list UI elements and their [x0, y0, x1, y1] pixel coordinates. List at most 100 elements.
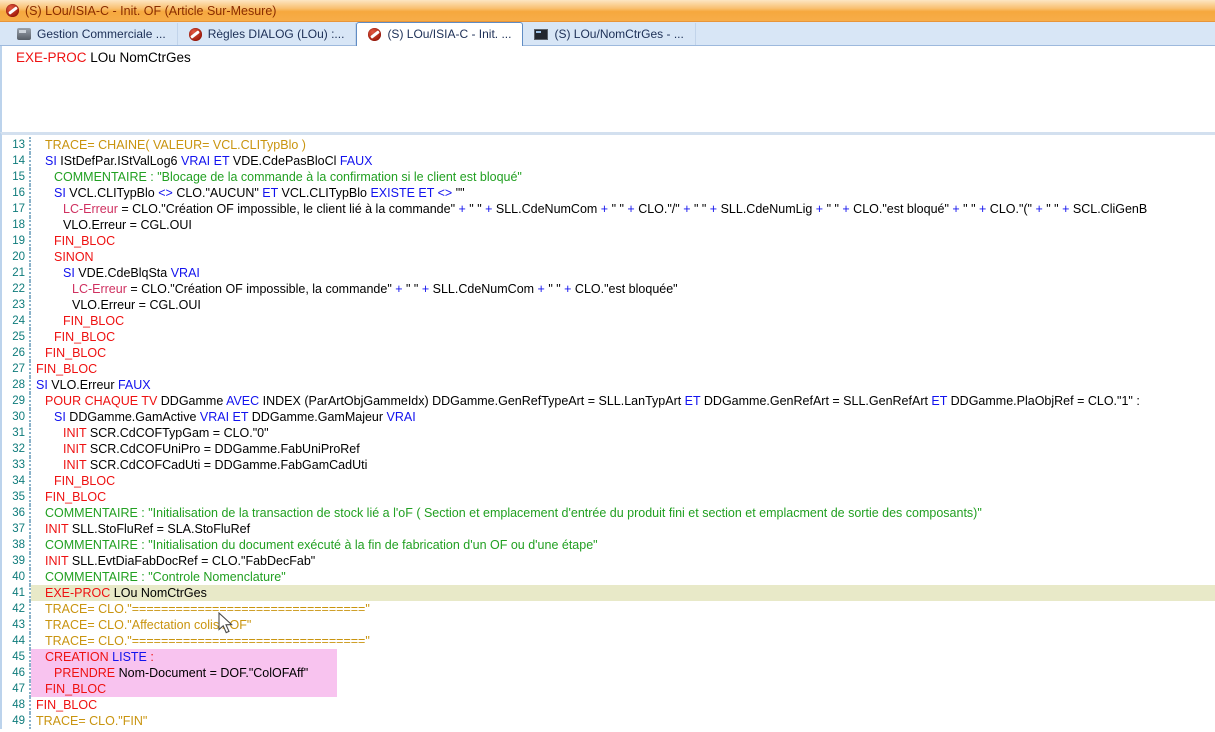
- line-number: 37: [2, 521, 31, 537]
- code-text: VLO.Erreur = CGL.OUI: [31, 217, 1215, 233]
- code-line-23[interactable]: 23VLO.Erreur = CGL.OUI: [2, 297, 1215, 313]
- code-text: TRACE= CLO."Affectation colis / OF": [31, 617, 1215, 633]
- console-icon: [534, 29, 548, 40]
- code-line-37[interactable]: 37INIT SLL.StoFluRef = SLA.StoFluRef: [2, 521, 1215, 537]
- code-line-32[interactable]: 32INIT SCR.CdCOFUniPro = DDGamme.FabUniP…: [2, 441, 1215, 457]
- code-text: TRACE= CHAINE( VALEUR= VCL.CLITypBlo ): [31, 137, 1215, 153]
- code-line-36[interactable]: 36COMMENTAIRE : "Initialisation de la tr…: [2, 505, 1215, 521]
- line-number: 16: [2, 185, 31, 201]
- line-number: 22: [2, 281, 31, 297]
- code-text: SI IStDefPar.IStValLog6 VRAI ET VDE.CdeP…: [31, 153, 1215, 169]
- code-line-31[interactable]: 31INIT SCR.CdCOFTypGam = CLO."0": [2, 425, 1215, 441]
- code-line-14[interactable]: 14SI IStDefPar.IStValLog6 VRAI ET VDE.Cd…: [2, 153, 1215, 169]
- dialog-icon: [189, 28, 202, 41]
- code-line-24[interactable]: 24FIN_BLOC: [2, 313, 1215, 329]
- code-line-17[interactable]: 17LC-Erreur = CLO."Création OF impossibl…: [2, 201, 1215, 217]
- code-text: SINON: [31, 249, 1215, 265]
- code-line-13[interactable]: 13TRACE= CHAINE( VALEUR= VCL.CLITypBlo ): [2, 137, 1215, 153]
- code-text: COMMENTAIRE : "Blocage de la commande à …: [31, 169, 1215, 185]
- code-line-42[interactable]: 42TRACE= CLO."==========================…: [2, 601, 1215, 617]
- code-line-22[interactable]: 22LC-Erreur = CLO."Création OF impossibl…: [2, 281, 1215, 297]
- line-number: 25: [2, 329, 31, 345]
- line-number: 23: [2, 297, 31, 313]
- code-line-48[interactable]: 48FIN_BLOC: [2, 697, 1215, 713]
- code-line-43[interactable]: 43TRACE= CLO."Affectation colis / OF": [2, 617, 1215, 633]
- line-number: 42: [2, 601, 31, 617]
- line-number: 31: [2, 425, 31, 441]
- code-text: TRACE= CLO."============================…: [31, 601, 1215, 617]
- code-line-27[interactable]: 27FIN_BLOC: [2, 361, 1215, 377]
- code-line-16[interactable]: 16SI VCL.CLITypBlo <> CLO."AUCUN" ET VCL…: [2, 185, 1215, 201]
- tab-label: Règles DIALOG (LOu) :...: [208, 27, 345, 41]
- code-text: INIT SLL.EvtDiaFabDocRef = CLO."FabDecFa…: [31, 553, 1215, 569]
- line-number: 33: [2, 457, 31, 473]
- code-line-15[interactable]: 15COMMENTAIRE : "Blocage de la commande …: [2, 169, 1215, 185]
- code-text: FIN_BLOC: [31, 313, 1215, 329]
- code-text: TRACE= CLO."============================…: [31, 633, 1215, 649]
- line-number: 14: [2, 153, 31, 169]
- line-number: 34: [2, 473, 31, 489]
- tab-3[interactable]: (S) LOu/NomCtrGes - ...: [523, 23, 695, 45]
- code-text: LC-Erreur = CLO."Création OF impossible,…: [31, 281, 1215, 297]
- code-line-26[interactable]: 26FIN_BLOC: [2, 345, 1215, 361]
- call-stack-pane[interactable]: EXE-PROC LOu NomCtrGes: [0, 46, 1215, 132]
- code-text: PRENDRE Nom-Document = DOF."ColOFAff": [31, 665, 1215, 681]
- tab-2[interactable]: (S) LOu/ISIA-C - Init. ...: [356, 22, 523, 46]
- code-line-45[interactable]: 45CREATION LISTE :: [2, 649, 1215, 665]
- line-number: 47: [2, 681, 31, 697]
- line-number: 35: [2, 489, 31, 505]
- line-number: 27: [2, 361, 31, 377]
- tab-label: Gestion Commerciale ...: [37, 27, 166, 41]
- code-line-28[interactable]: 28SI VLO.Erreur FAUX: [2, 377, 1215, 393]
- code-text: COMMENTAIRE : "Controle Nomenclature": [31, 569, 1215, 585]
- line-number: 32: [2, 441, 31, 457]
- code-line-33[interactable]: 33INIT SCR.CdCOFCadUti = DDGamme.FabGamC…: [2, 457, 1215, 473]
- line-number: 49: [2, 713, 31, 729]
- code-text: FIN_BLOC: [31, 473, 1215, 489]
- code-line-18[interactable]: 18VLO.Erreur = CGL.OUI: [2, 217, 1215, 233]
- code-line-49[interactable]: 49TRACE= CLO."FIN": [2, 713, 1215, 729]
- tab-0[interactable]: Gestion Commerciale ...: [6, 23, 178, 45]
- app-icon: [17, 28, 31, 40]
- line-number: 45: [2, 649, 31, 665]
- line-number: 19: [2, 233, 31, 249]
- code-line-35[interactable]: 35FIN_BLOC: [2, 489, 1215, 505]
- code-text: SI DDGamme.GamActive VRAI ET DDGamme.Gam…: [31, 409, 1215, 425]
- code-line-39[interactable]: 39INIT SLL.EvtDiaFabDocRef = CLO."FabDec…: [2, 553, 1215, 569]
- line-number: 17: [2, 201, 31, 217]
- line-number: 39: [2, 553, 31, 569]
- code-text: FIN_BLOC: [31, 329, 1215, 345]
- code-line-25[interactable]: 25FIN_BLOC: [2, 329, 1215, 345]
- tab-1[interactable]: Règles DIALOG (LOu) :...: [178, 23, 357, 45]
- code-text: INIT SCR.CdCOFTypGam = CLO."0": [31, 425, 1215, 441]
- line-number: 21: [2, 265, 31, 281]
- code-text: FIN_BLOC: [31, 361, 1215, 377]
- code-text: POUR CHAQUE TV DDGamme AVEC INDEX (ParAr…: [31, 393, 1215, 409]
- code-line-34[interactable]: 34FIN_BLOC: [2, 473, 1215, 489]
- line-number: 41: [2, 585, 31, 601]
- header-proc-name: LOu NomCtrGes: [87, 50, 191, 65]
- code-line-19[interactable]: 19FIN_BLOC: [2, 233, 1215, 249]
- line-number: 46: [2, 665, 31, 681]
- window-titlebar[interactable]: (S) LOu/ISIA-C - Init. OF (Article Sur-M…: [0, 0, 1215, 22]
- code-text: INIT SCR.CdCOFUniPro = DDGamme.FabUniPro…: [31, 441, 1215, 457]
- code-text: FIN_BLOC: [31, 697, 1215, 713]
- line-number: 26: [2, 345, 31, 361]
- code-line-21[interactable]: 21SI VDE.CdeBlqSta VRAI: [2, 265, 1215, 281]
- code-line-38[interactable]: 38COMMENTAIRE : "Initialisation du docum…: [2, 537, 1215, 553]
- dialog-app-icon: [6, 4, 19, 17]
- code-line-29[interactable]: 29POUR CHAQUE TV DDGamme AVEC INDEX (Par…: [2, 393, 1215, 409]
- code-text: SI VDE.CdeBlqSta VRAI: [31, 265, 1215, 281]
- code-line-30[interactable]: 30SI DDGamme.GamActive VRAI ET DDGamme.G…: [2, 409, 1215, 425]
- code-text: COMMENTAIRE : "Initialisation de la tran…: [31, 505, 1215, 521]
- code-text: VLO.Erreur = CGL.OUI: [31, 297, 1215, 313]
- code-line-46[interactable]: 46PRENDRE Nom-Document = DOF."ColOFAff": [2, 665, 1215, 681]
- code-line-20[interactable]: 20SINON: [2, 249, 1215, 265]
- code-line-41[interactable]: 41EXE-PROC LOu NomCtrGes: [2, 585, 1215, 601]
- code-line-44[interactable]: 44TRACE= CLO."==========================…: [2, 633, 1215, 649]
- line-number: 13: [2, 137, 31, 153]
- code-text: FIN_BLOC: [31, 489, 1215, 505]
- code-editor-pane[interactable]: 13TRACE= CHAINE( VALEUR= VCL.CLITypBlo )…: [0, 132, 1215, 729]
- code-line-40[interactable]: 40COMMENTAIRE : "Controle Nomenclature": [2, 569, 1215, 585]
- code-line-47[interactable]: 47FIN_BLOC: [2, 681, 1215, 697]
